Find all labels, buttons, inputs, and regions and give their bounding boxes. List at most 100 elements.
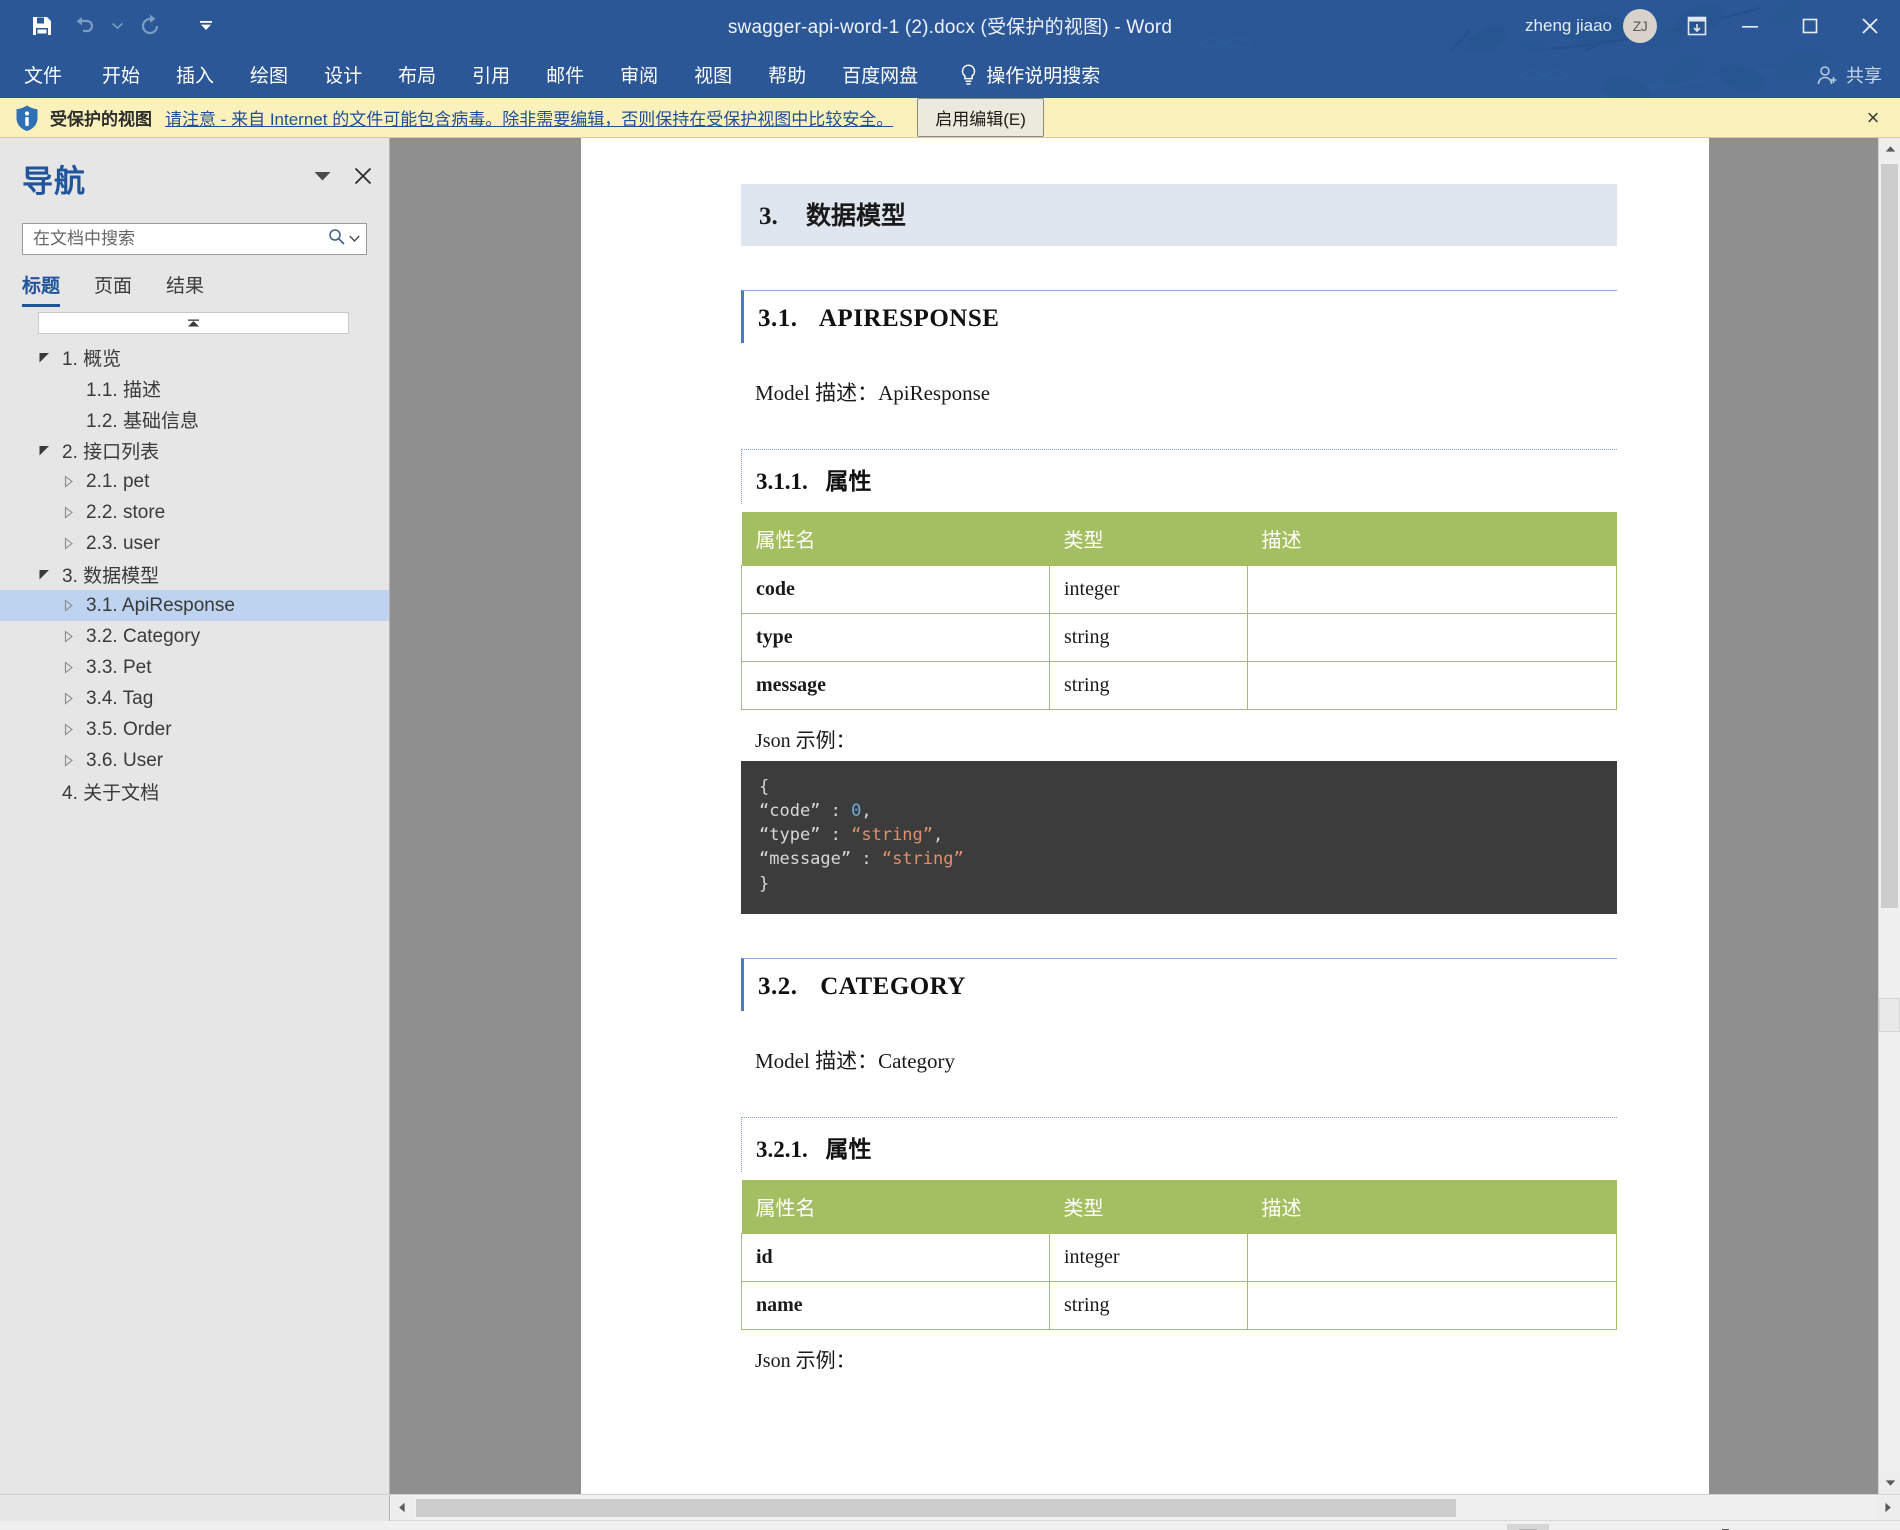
scroll-left-icon[interactable]: [390, 1495, 414, 1520]
triangle-right-icon[interactable]: [62, 599, 84, 612]
code-token: }: [759, 873, 770, 894]
search-icon[interactable]: [328, 228, 345, 250]
web-layout-button[interactable]: [1549, 1524, 1591, 1530]
undo-icon[interactable]: [64, 6, 104, 46]
document-area[interactable]: 3. 数据模型 3.1. APIRESPONSE Model 描述：ApiRes…: [390, 138, 1900, 1494]
enable-editing-button[interactable]: 启用编辑(E): [917, 98, 1044, 137]
triangle-right-icon[interactable]: [62, 537, 84, 550]
nav-tree-item[interactable]: 2.2. store: [0, 497, 389, 528]
search-box[interactable]: [22, 223, 367, 255]
tab-headings[interactable]: 标题: [22, 271, 61, 307]
nav-tree-item[interactable]: 2.1. pet: [0, 466, 389, 497]
close-icon[interactable]: ×: [1858, 105, 1888, 131]
title-bar: swagger-api-word-1 (2).docx (受保护的视图) - W…: [0, 0, 1900, 51]
read-mode-button[interactable]: [1465, 1524, 1507, 1530]
minimize-button[interactable]: [1720, 0, 1780, 51]
ribbon-display-options-icon[interactable]: [1673, 0, 1720, 51]
triangle-right-icon[interactable]: [62, 723, 84, 736]
triangle-down-icon[interactable]: [38, 351, 60, 364]
nav-tree-item[interactable]: 2.3. user: [0, 528, 389, 559]
cell-type: integer: [1049, 1232, 1248, 1282]
ribbon-tab-file[interactable]: 文件: [0, 51, 84, 98]
ribbon-tab-baidu-netdisk[interactable]: 百度网盘: [824, 51, 936, 98]
save-icon[interactable]: [22, 6, 62, 46]
nav-tree-item[interactable]: 3.2. Category: [0, 621, 389, 652]
nav-tree-item[interactable]: 3.4. Tag: [0, 683, 389, 714]
search-input[interactable]: [33, 229, 328, 249]
nav-tree-item[interactable]: 3. 数据模型: [0, 559, 389, 590]
document-page[interactable]: 3. 数据模型 3.1. APIRESPONSE Model 描述：ApiRes…: [581, 138, 1709, 1494]
collapse-all-strip[interactable]: [38, 312, 349, 334]
nav-tree-item[interactable]: 1.2. 基础信息: [0, 404, 389, 435]
nav-tree-item[interactable]: 1. 概览: [0, 342, 389, 373]
column-header-description: 描述: [1247, 512, 1617, 566]
triangle-right-icon[interactable]: [62, 692, 84, 705]
tab-results[interactable]: 结果: [166, 271, 204, 307]
share-person-icon: [1817, 65, 1837, 84]
quick-access-toolbar: [0, 6, 226, 46]
ribbon-tab-references[interactable]: 引用: [454, 51, 528, 98]
page-indicator[interactable]: 第 19 页，共 22 页: [18, 1526, 160, 1530]
zoom-out-button[interactable]: −: [1605, 1527, 1625, 1530]
cell-description: [1247, 565, 1617, 614]
triangle-right-icon[interactable]: [62, 506, 84, 519]
split-window-handle[interactable]: [1879, 998, 1900, 1032]
triangle-down-icon[interactable]: [38, 568, 60, 581]
nav-tree-item[interactable]: 3.6. User: [0, 745, 389, 776]
ribbon-tab-draw[interactable]: 绘图: [232, 51, 306, 98]
scroll-down-icon[interactable]: [1879, 1472, 1900, 1494]
ribbon-tab-view[interactable]: 视图: [676, 51, 750, 98]
triangle-right-icon[interactable]: [62, 475, 84, 488]
horizontal-scroll-track[interactable]: [414, 1496, 1876, 1520]
ribbon-tab-help[interactable]: 帮助: [750, 51, 824, 98]
ribbon-tab-review[interactable]: 审阅: [602, 51, 676, 98]
triangle-right-icon[interactable]: [62, 630, 84, 643]
undo-dropdown-icon[interactable]: [106, 6, 128, 46]
nav-tree-item[interactable]: 3.1. ApiResponse: [0, 590, 389, 621]
horizontal-scrollbar-row[interactable]: [0, 1494, 1900, 1521]
redo-icon[interactable]: [130, 6, 170, 46]
ribbon-tab-mailings[interactable]: 邮件: [528, 51, 602, 98]
chevron-down-icon[interactable]: [314, 171, 331, 182]
vertical-scrollbar[interactable]: [1878, 138, 1900, 1494]
vertical-scroll-thumb[interactable]: [1881, 164, 1898, 908]
scroll-right-icon[interactable]: [1876, 1495, 1900, 1520]
share-label: 共享: [1846, 65, 1882, 86]
cell-property-name: name: [741, 1280, 1050, 1330]
zoom-control[interactable]: − +: [1605, 1527, 1819, 1530]
table-row: code integer: [741, 565, 1617, 614]
cell-property-name: type: [741, 613, 1050, 662]
customize-qat-icon[interactable]: [186, 6, 226, 46]
tell-me-search[interactable]: 操作说明搜索: [960, 61, 1100, 88]
triangle-right-icon[interactable]: [62, 754, 84, 767]
code-token: “message” :: [759, 849, 882, 870]
protected-view-title: 受保护的视图: [50, 110, 152, 129]
ribbon-tab-home[interactable]: 开始: [84, 51, 158, 98]
ribbon-tab-insert[interactable]: 插入: [158, 51, 232, 98]
code-token: “type” :: [759, 825, 852, 846]
horizontal-scroll-thumb[interactable]: [416, 1498, 1456, 1517]
cell-property-name: message: [741, 661, 1050, 710]
restore-button[interactable]: [1780, 0, 1840, 51]
heading-2-text: CATEGORY: [820, 972, 966, 1000]
ribbon-tab-layout[interactable]: 布局: [380, 51, 454, 98]
zoom-in-button[interactable]: +: [1799, 1527, 1819, 1530]
search-options-chevron-icon[interactable]: [349, 230, 360, 248]
word-count[interactable]: 2819 个字: [194, 1526, 271, 1530]
close-navigation-icon[interactable]: [353, 166, 373, 186]
nav-tree-item[interactable]: 1.1. 描述: [0, 373, 389, 404]
share-button[interactable]: 共享: [1817, 62, 1882, 88]
tab-pages[interactable]: 页面: [94, 271, 132, 307]
nav-tree-item[interactable]: 4. 关于文档: [0, 776, 389, 807]
triangle-down-icon[interactable]: [38, 444, 60, 457]
print-layout-button[interactable]: [1506, 1523, 1549, 1530]
avatar[interactable]: ZJ: [1623, 8, 1657, 43]
scroll-up-icon[interactable]: [1879, 138, 1900, 160]
triangle-right-icon[interactable]: [62, 661, 84, 674]
nav-tree-item[interactable]: 2. 接口列表: [0, 435, 389, 466]
nav-tree-item[interactable]: 3.5. Order: [0, 714, 389, 745]
code-token: ,: [933, 825, 944, 846]
nav-tree-item[interactable]: 3.3. Pet: [0, 652, 389, 683]
ribbon-tab-design[interactable]: 设计: [306, 51, 380, 98]
close-button[interactable]: [1840, 0, 1900, 51]
